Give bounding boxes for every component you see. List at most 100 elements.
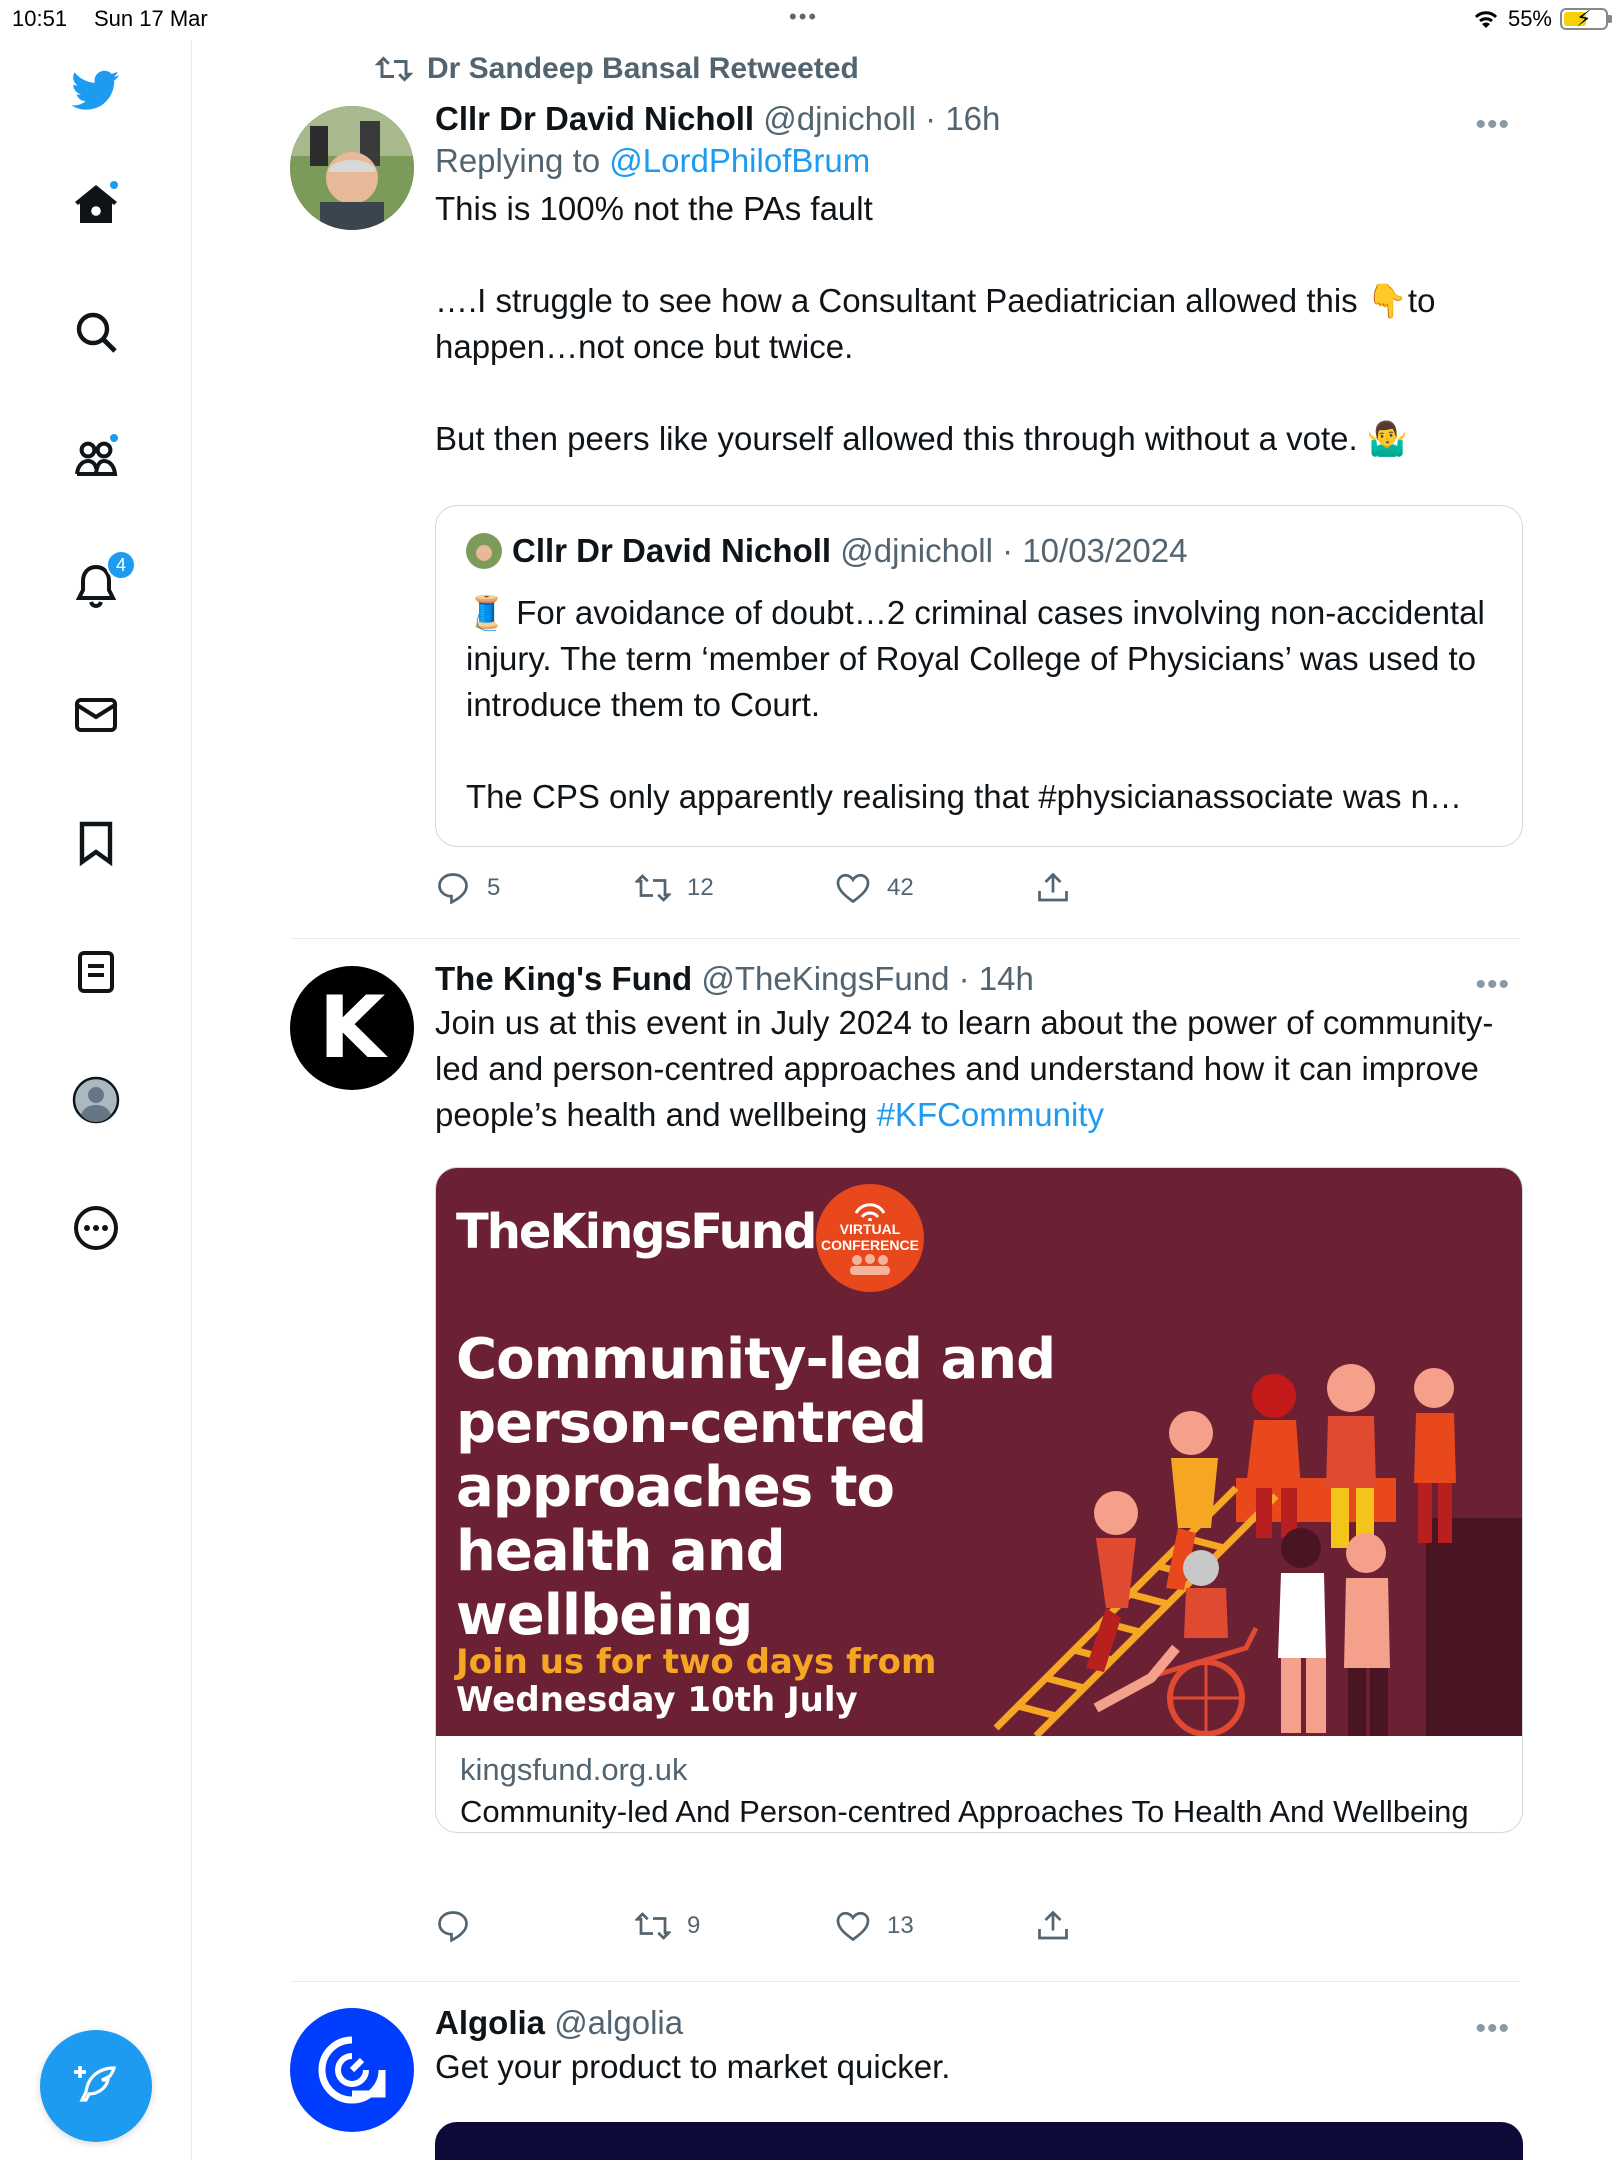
communities-icon[interactable]: [66, 428, 126, 488]
quote-author-handle: @djnicholl: [840, 532, 993, 569]
share-icon: [1038, 872, 1068, 902]
card-subline-2: Wednesday 10th July: [456, 1680, 858, 1720]
avatar-letter: K: [318, 978, 386, 1078]
quote-author-name: Cllr Dr David Nicholl: [512, 532, 832, 569]
tweet-header: Cllr Dr David Nicholl @djnicholl · 16h: [435, 100, 1525, 138]
tweet-header: Algolia @algolia: [435, 2004, 1525, 2042]
share-icon: [1038, 1910, 1068, 1940]
tweet-content: Algolia @algolia Get your product to mar…: [435, 2004, 1525, 2090]
quote-avatar: [466, 533, 502, 569]
kingsfund-logo: TheKingsFund›: [456, 1204, 835, 1260]
tweet-content: The King's Fund @TheKingsFund · 14h Join…: [435, 960, 1525, 1138]
reply-icon: [438, 873, 468, 905]
tweet-actions: 9 13: [435, 1908, 1135, 1948]
communities-unread-dot: [108, 432, 120, 444]
home-icon[interactable]: [66, 175, 126, 235]
author-name[interactable]: The King's Fund: [435, 960, 692, 997]
reply-button[interactable]: [435, 1908, 487, 1944]
status-date: Sun 17 Mar: [94, 6, 208, 31]
reply-icon: [438, 1911, 468, 1943]
tweet-content: Cllr Dr David Nicholl @djnicholl · 16h R…: [435, 100, 1525, 462]
tweet-divider: [290, 938, 1520, 939]
tweet-text: Get your product to market quicker.: [435, 2048, 951, 2085]
tweet-algolia[interactable]: Algolia @algolia Get your product to mar…: [290, 1982, 1523, 2160]
status-time: 10:51: [12, 6, 68, 31]
tweet-header: The King's Fund @TheKingsFund · 14h: [435, 960, 1525, 998]
retweet-icon: [635, 874, 671, 902]
like-button[interactable]: 13: [835, 1908, 914, 1944]
retweet-icon: [635, 1912, 671, 1940]
card-domain: kingsfund.org.uk: [460, 1752, 688, 1787]
author-name[interactable]: Cllr Dr David Nicholl: [435, 100, 754, 137]
tweet-time[interactable]: · 16h: [925, 100, 1000, 137]
replying-to-line: Replying to @LordPhilofBrum: [435, 142, 1525, 180]
heart-icon: [836, 873, 870, 904]
compose-tweet-icon: [74, 2066, 117, 2102]
quote-text: 🧵 For avoidance of doubt…2 criminal case…: [466, 594, 1485, 815]
like-count: 42: [887, 874, 914, 901]
bookmarks-icon[interactable]: [66, 813, 126, 873]
tweet-more-icon[interactable]: •••: [1475, 108, 1510, 142]
home-unread-dot: [108, 179, 120, 191]
badge-line2: CONFERENCE: [820, 1237, 919, 1253]
tweet-text: This is 100% not the PAs fault ….I strug…: [435, 190, 1436, 457]
people-icon: [850, 1254, 890, 1275]
retweet-button[interactable]: 9: [635, 1908, 700, 1944]
messages-icon[interactable]: [66, 685, 126, 745]
tweet-text: Join us at this event in July 2024 to le…: [435, 1000, 1525, 1138]
quote-header: Cllr Dr David Nicholl @djnicholl · 10/03…: [466, 532, 1187, 570]
tweet-more-icon[interactable]: •••: [1475, 2012, 1510, 2046]
card-subline-1: Join us for two days from: [456, 1642, 937, 1682]
card-title: Community-led And Person-centred Approac…: [460, 1794, 1469, 1829]
retweet-small-icon: [375, 56, 413, 82]
community-illustration: [993, 1364, 1522, 1736]
replying-to-prefix: Replying to: [435, 142, 610, 179]
badge-line1: VIRTUAL: [839, 1221, 901, 1237]
tweet-actions: 5 12 42: [435, 870, 1135, 910]
promoted-media[interactable]: [435, 2122, 1523, 2160]
avatar[interactable]: [290, 106, 414, 230]
virtual-conference-badge: VIRTUAL CONFERENCE: [816, 1184, 924, 1292]
author-handle[interactable]: @djnicholl: [763, 100, 916, 137]
notifications-icon[interactable]: 4: [66, 550, 136, 616]
heart-icon: [836, 1911, 870, 1942]
algolia-logo-icon: [318, 2036, 386, 2104]
author-handle[interactable]: @algolia: [554, 2004, 683, 2041]
more-icon[interactable]: [66, 1198, 126, 1258]
hashtag-link[interactable]: #KFCommunity: [877, 1096, 1104, 1133]
card-image: TheKingsFund› VIRTUAL CONFERENCE Communi…: [436, 1168, 1522, 1736]
author-handle[interactable]: @TheKingsFund: [701, 960, 949, 997]
retweeted-by-text[interactable]: Dr Sandeep Bansal Retweeted: [427, 52, 859, 86]
share-button[interactable]: [1035, 870, 1071, 906]
link-card[interactable]: TheKingsFund› VIRTUAL CONFERENCE Communi…: [435, 1167, 1523, 1833]
reply-button[interactable]: 5: [435, 870, 500, 906]
retweet-context: Dr Sandeep Bansal Retweeted: [375, 52, 859, 86]
card-meta: kingsfund.org.uk Community-led And Perso…: [436, 1736, 1522, 1832]
compose-tweet-button[interactable]: [40, 2030, 152, 2142]
author-name[interactable]: Algolia: [435, 2004, 545, 2041]
quote-tweet[interactable]: Cllr Dr David Nicholl @djnicholl · 10/03…: [435, 505, 1523, 847]
replying-to-link[interactable]: @LordPhilofBrum: [609, 142, 870, 179]
lists-icon[interactable]: [66, 942, 126, 1002]
avatar[interactable]: [290, 2008, 414, 2132]
tweet-kingsfund[interactable]: K The King's Fund @TheKingsFund · 14h Jo…: [290, 940, 1523, 1980]
sidebar-nav: 4: [0, 40, 192, 2160]
like-button[interactable]: 42: [835, 870, 914, 906]
search-icon[interactable]: [66, 302, 126, 362]
tweet-more-icon[interactable]: •••: [1475, 968, 1510, 1002]
retweet-button[interactable]: 12: [635, 870, 714, 906]
twitter-logo-icon[interactable]: [66, 60, 126, 120]
avatar[interactable]: K: [290, 966, 414, 1090]
like-count: 13: [887, 1912, 914, 1939]
quote-time: · 10/03/2024: [1002, 532, 1188, 569]
retweet-count: 12: [687, 874, 714, 901]
tweet-time[interactable]: · 14h: [959, 960, 1034, 997]
battery-icon: ⚡: [1560, 6, 1612, 31]
notifications-badge: 4: [106, 550, 136, 580]
tweet-nicholl[interactable]: Dr Sandeep Bansal Retweeted Cllr Dr Davi…: [290, 0, 1523, 920]
wifi-signal-icon: [854, 1203, 886, 1221]
share-button[interactable]: [1035, 1908, 1071, 1944]
retweet-count: 9: [687, 1912, 701, 1939]
reply-count: 5: [487, 874, 501, 901]
profile-icon[interactable]: [66, 1070, 126, 1130]
